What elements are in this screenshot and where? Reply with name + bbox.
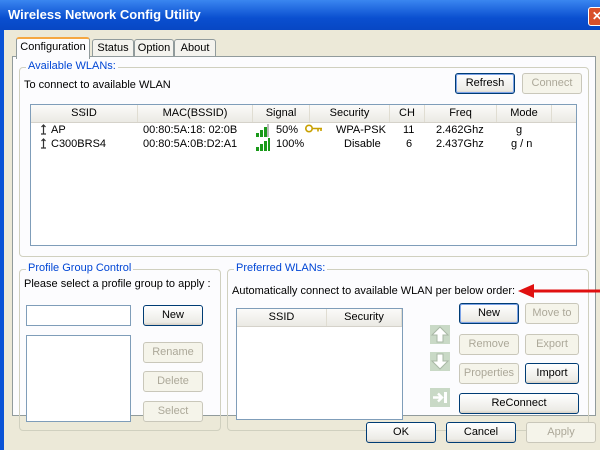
window-title: Wireless Network Config Utility [8,7,201,22]
column-header-security[interactable]: Security [310,105,390,122]
available-wlans-legend: Available WLANs: [26,60,118,72]
column-header-ssid[interactable]: SSID [237,309,327,326]
move-up-icon[interactable] [430,325,450,344]
preferred-new-button[interactable]: New [459,303,519,324]
column-header-ssid[interactable]: SSID ∕ [31,105,138,122]
available-wlans-list[interactable]: SSID ∕ MAC(BSSID) Signal Security CH Fre… [30,104,577,246]
column-header-mac[interactable]: MAC(BSSID) [138,105,253,122]
import-button[interactable]: Import [525,363,579,384]
ch-cell: 6 [406,138,413,150]
profile-delete-button[interactable]: Delete [143,371,203,392]
antenna-icon [40,124,47,137]
dialog-body: Configuration Status Option About Availa… [4,30,600,450]
mac-cell: 00:80:5A:18: 02:0B [143,124,238,136]
sort-indicator-icon: ∕ [83,107,85,119]
profile-rename-button[interactable]: Rename [143,342,203,363]
profile-select-button[interactable]: Select [143,401,203,422]
profile-group-name-input[interactable] [26,305,131,326]
reconnect-button[interactable]: ReConnect [459,393,579,414]
freq-cell: 2.437Ghz [436,138,484,150]
configuration-panel: Available WLANs: To connect to available… [12,56,596,431]
key-icon [304,124,323,137]
mac-cell: 00:80:5A:0B:D2:A1 [143,138,238,150]
title-bar[interactable]: Wireless Network Config Utility ✕ [0,0,600,30]
profile-new-button[interactable]: New [143,305,203,326]
preferred-wlans-list[interactable]: SSID Security [236,308,403,420]
antenna-icon [40,138,47,151]
security-cell: WPA-PSK [336,124,386,136]
column-header-signal[interactable]: Signal [253,105,310,122]
column-header-security[interactable]: Security [327,309,402,326]
move-to-button[interactable]: Move to [525,303,579,324]
profile-group-control: Profile Group Control Please select a pr… [19,262,221,431]
move-down-icon[interactable] [430,352,450,371]
column-header-ch[interactable]: CH [390,105,425,122]
refresh-button[interactable]: Refresh [455,73,515,94]
security-cell: Disable [344,138,381,150]
tab-status[interactable]: Status [92,39,134,57]
list-header: SSID Security [237,309,402,327]
list-header: SSID ∕ MAC(BSSID) Signal Security CH Fre… [31,105,576,123]
tab-about[interactable]: About [174,39,216,57]
profile-group-legend: Profile Group Control [26,262,134,274]
move-to-group-icon[interactable] [430,388,450,407]
available-wlans-instruction: To connect to available WLAN [24,79,171,91]
cancel-button[interactable]: Cancel [446,422,516,443]
profile-group-instruction: Please select a profile group to apply : [24,278,211,290]
ssid-cell: C300BRS4 [51,138,107,150]
column-header-freq[interactable]: Freq [425,105,497,122]
table-row[interactable]: C300BRS4 00:80:5A:0B:D2:A1 100% Disable … [31,138,576,151]
signal-bars-icon [256,138,270,151]
connect-button[interactable]: Connect [522,73,582,94]
app-window: Wireless Network Config Utility ✕ Config… [0,0,600,450]
preferred-wlans-legend: Preferred WLANs: [234,262,328,274]
ssid-cell: AP [51,124,66,136]
apply-button[interactable]: Apply [526,422,596,443]
export-button[interactable]: Export [525,334,579,355]
column-header-mode[interactable]: Mode [497,105,552,122]
tab-option[interactable]: Option [134,39,174,57]
ch-cell: 11 [403,124,415,136]
freq-cell: 2.462Ghz [436,124,484,136]
properties-button[interactable]: Properties [459,363,519,384]
annotation-arrow-icon [518,284,600,298]
close-icon[interactable]: ✕ [588,7,600,26]
tab-configuration[interactable]: Configuration [16,37,90,59]
mode-cell: g / n [511,138,533,150]
signal-cell: 100% [276,138,305,150]
signal-bars-icon [256,124,270,137]
profile-group-list[interactable] [26,335,131,422]
preferred-wlans-instruction: Automatically connect to available WLAN … [232,285,516,297]
table-row[interactable]: AP 00:80:5A:18: 02:0B 50% WPA-PSK 11 2.4… [31,124,576,137]
ok-button[interactable]: OK [366,422,436,443]
available-wlans-group: Available WLANs: To connect to available… [19,60,589,257]
mode-cell: g [516,124,523,136]
remove-button[interactable]: Remove [459,334,519,355]
signal-cell: 50% [276,124,299,136]
